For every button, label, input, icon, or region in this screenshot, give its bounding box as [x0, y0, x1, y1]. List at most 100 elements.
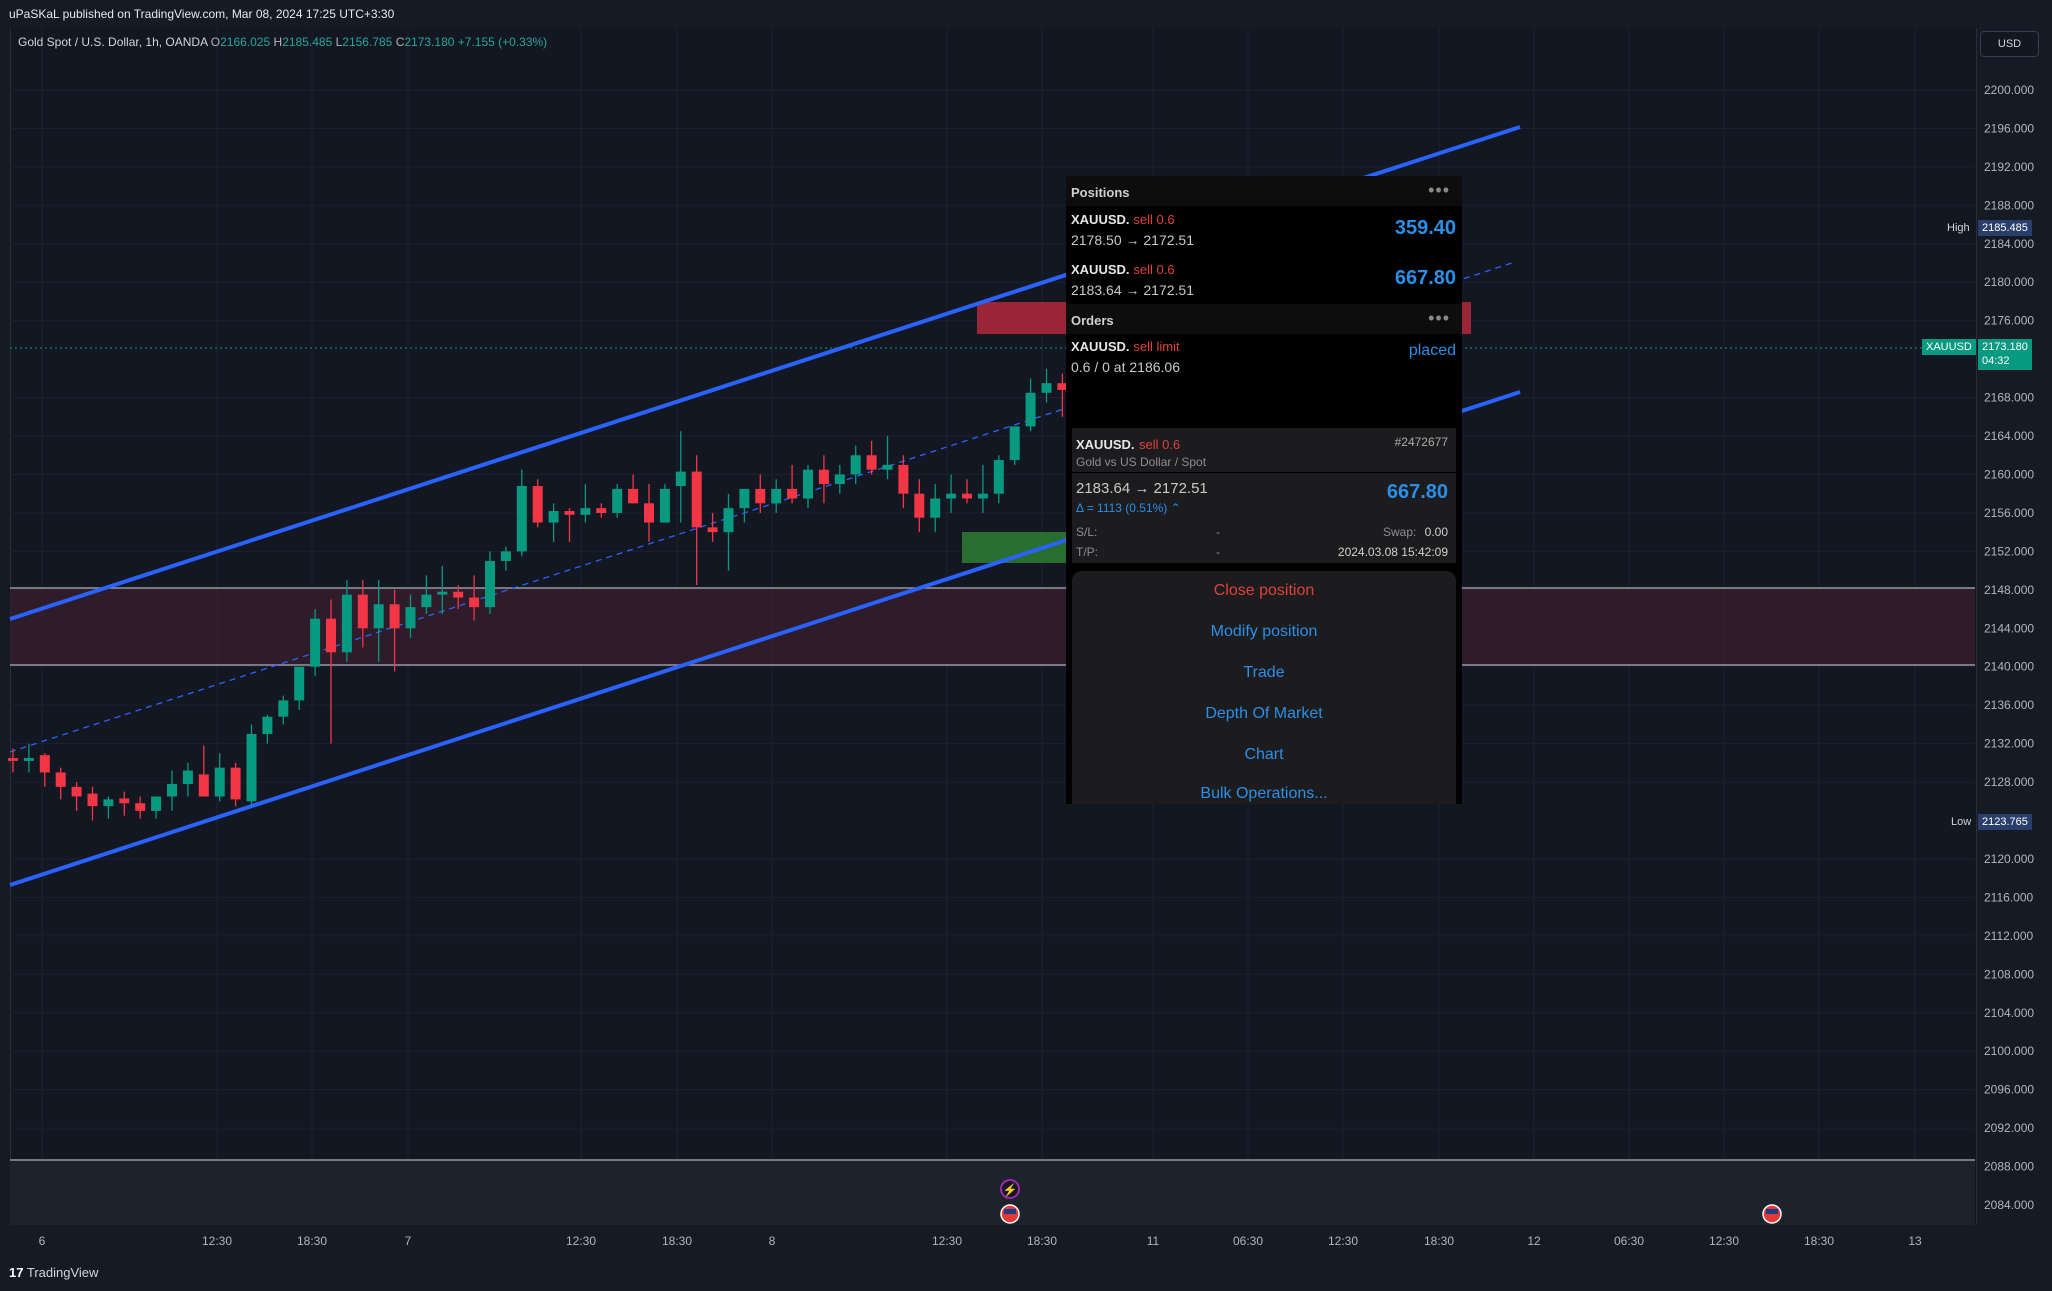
- candle-body[interactable]: [310, 618, 321, 667]
- tradingview-logo[interactable]: 17 TradingView: [9, 1265, 98, 1280]
- candle-body[interactable]: [882, 464, 893, 470]
- candle-body[interactable]: [167, 783, 177, 797]
- candle-body[interactable]: [469, 597, 480, 608]
- price-tick-label: 2144.000: [1984, 621, 2034, 635]
- candle-body[interactable]: [389, 604, 400, 629]
- price-tick-label: 2200.000: [1984, 83, 2034, 97]
- candle-body[interactable]: [1009, 426, 1020, 461]
- candle-body[interactable]: [437, 591, 448, 595]
- candle-body[interactable]: [198, 774, 209, 797]
- order-row[interactable]: XAUUSD. sell limit 0.6 / 0 at 2186.06 pl…: [1066, 334, 1462, 384]
- lightning-glyph: ⚡: [1003, 1183, 1018, 1197]
- tv-logo-icon: 17: [9, 1265, 24, 1280]
- candle-body[interactable]: [675, 471, 686, 487]
- candle-body[interactable]: [87, 793, 98, 807]
- candle-body[interactable]: [341, 594, 352, 653]
- price-tick-label: 2192.000: [1984, 160, 2034, 174]
- symbol-legend[interactable]: Gold Spot / U.S. Dollar, 1h, OANDA O2166…: [18, 35, 547, 49]
- trade-button[interactable]: Trade: [1072, 664, 1456, 682]
- close-position-button[interactable]: Close position: [1072, 582, 1456, 600]
- candle-body[interactable]: [834, 474, 845, 485]
- candle-body[interactable]: [421, 594, 432, 608]
- candle-body[interactable]: [294, 666, 305, 701]
- candle-body[interactable]: [8, 758, 18, 761]
- candle-body[interactable]: [818, 469, 829, 485]
- candle-body[interactable]: [580, 508, 591, 515]
- candle-body[interactable]: [278, 700, 289, 717]
- modify-position-button[interactable]: Modify position: [1072, 623, 1456, 641]
- detail-delta: Δ = 1113 (0.51%) ⌃: [1076, 501, 1181, 515]
- candle-body[interactable]: [755, 488, 766, 504]
- candle-body[interactable]: [803, 469, 813, 499]
- time-tick-label: 12:30: [566, 1234, 596, 1248]
- price-tick-label: 2092.000: [1984, 1121, 2034, 1135]
- candle-body[interactable]: [739, 488, 750, 509]
- time-tick-label: 18:30: [1424, 1234, 1454, 1248]
- candle-body[interactable]: [103, 799, 114, 807]
- candle-body[interactable]: [612, 488, 623, 513]
- candle-body[interactable]: [485, 560, 495, 608]
- candle-body[interactable]: [55, 772, 66, 787]
- orders-more-icon[interactable]: •••: [1428, 308, 1450, 329]
- candle-body[interactable]: [723, 508, 734, 533]
- position-row[interactable]: XAUUSD. sell 0.6 2183.64 → 2172.51 667.8…: [1066, 256, 1462, 304]
- detail-profit: 667.80: [1386, 481, 1448, 503]
- candle-body[interactable]: [898, 464, 909, 494]
- bulk-operations-button[interactable]: Bulk Operations...: [1072, 785, 1456, 803]
- price-chart[interactable]: 2200.000 2196.000 2192.000 2188.000 2184.000…: [0, 0, 2052, 1291]
- candle-body[interactable]: [500, 551, 511, 561]
- candle-body[interactable]: [1041, 383, 1052, 393]
- candle-body[interactable]: [564, 511, 575, 515]
- position-side: sell 0.6: [1133, 212, 1175, 227]
- candle-body[interactable]: [405, 607, 416, 629]
- candle-body[interactable]: [914, 493, 925, 518]
- candle-body[interactable]: [262, 716, 273, 735]
- candle-body[interactable]: [373, 604, 384, 629]
- detail-delta-text: Δ = 1113 (0.51%): [1076, 501, 1168, 515]
- position-profit: 667.80: [1394, 267, 1456, 289]
- price-tick-label: 2152.000: [1984, 544, 2034, 558]
- candle-body[interactable]: [246, 734, 257, 802]
- last-symbol-badge: XAUUSD: [1922, 339, 1976, 355]
- candle-body[interactable]: [787, 488, 798, 499]
- candle-body[interactable]: [516, 486, 527, 552]
- candle-body[interactable]: [628, 488, 639, 504]
- orders-header: Orders •••: [1066, 304, 1462, 334]
- candle-body[interactable]: [23, 758, 34, 761]
- candle-body[interactable]: [993, 460, 1004, 494]
- candle-body[interactable]: [930, 498, 941, 518]
- candles-group: [8, 229, 1116, 821]
- candle-body[interactable]: [659, 488, 670, 523]
- candle-body[interactable]: [707, 527, 718, 533]
- candle-body[interactable]: [644, 503, 654, 523]
- candle-body[interactable]: [548, 511, 559, 523]
- candle-body[interactable]: [119, 798, 130, 804]
- candle-body[interactable]: [182, 770, 193, 784]
- candle-body[interactable]: [866, 455, 877, 470]
- positions-more-icon[interactable]: •••: [1428, 180, 1450, 201]
- price-tick-label: 2128.000: [1984, 775, 2034, 789]
- candle-body[interactable]: [230, 767, 241, 800]
- candle-body[interactable]: [962, 493, 972, 499]
- candle-body[interactable]: [357, 594, 368, 629]
- chart-button[interactable]: Chart: [1072, 746, 1456, 764]
- candle-body[interactable]: [135, 803, 146, 811]
- candle-body[interactable]: [977, 493, 988, 499]
- candle-body[interactable]: [691, 471, 702, 528]
- candle-body[interactable]: [151, 796, 162, 811]
- candle-body[interactable]: [71, 786, 82, 797]
- depth-of-market-button[interactable]: Depth Of Market: [1072, 705, 1456, 723]
- time-tick-label: 18:30: [1804, 1234, 1834, 1248]
- candle-body[interactable]: [532, 486, 543, 523]
- candle-body[interactable]: [39, 755, 50, 773]
- position-row[interactable]: XAUUSD. sell 0.6 2178.50 → 2172.51 359.4…: [1066, 206, 1462, 254]
- candle-body[interactable]: [771, 488, 782, 504]
- candle-body[interactable]: [326, 618, 336, 653]
- currency-button[interactable]: USD: [1980, 31, 2039, 57]
- candle-body[interactable]: [453, 591, 464, 598]
- candle-body[interactable]: [946, 493, 957, 499]
- candle-body[interactable]: [214, 767, 225, 797]
- candle-body[interactable]: [596, 508, 607, 513]
- candle-body[interactable]: [1025, 392, 1036, 427]
- candle-body[interactable]: [850, 455, 861, 475]
